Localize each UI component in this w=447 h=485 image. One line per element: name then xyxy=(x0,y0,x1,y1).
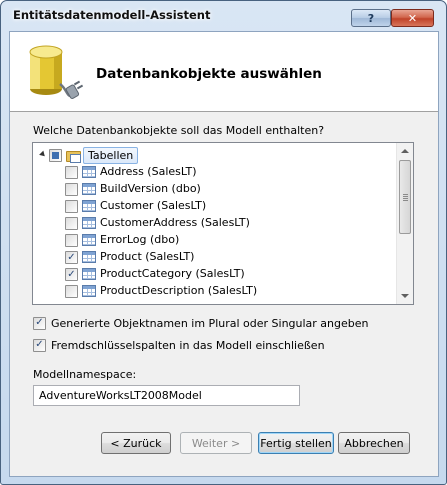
tree-item[interactable]: Address (SalesLT) xyxy=(33,164,397,181)
tree-item-checkbox[interactable] xyxy=(65,200,78,213)
tree-item-checkbox[interactable]: ✓ xyxy=(65,251,78,264)
foreign-keys-checkbox[interactable]: ✓ xyxy=(33,338,46,352)
table-icon xyxy=(82,183,96,195)
tree-item-label: ProductDescription (SalesLT) xyxy=(100,284,258,297)
table-icon xyxy=(82,217,96,229)
tree-item[interactable]: Customer (SalesLT) xyxy=(33,198,397,215)
table-folder-icon xyxy=(66,149,81,163)
table-icon xyxy=(82,200,96,212)
tree-item-label: Customer (SalesLT) xyxy=(100,199,207,212)
table-icon xyxy=(82,234,96,246)
table-icon xyxy=(82,268,96,280)
scroll-up-icon[interactable] xyxy=(401,149,409,153)
tree-scrollbar[interactable] xyxy=(396,143,413,304)
scroll-down-icon[interactable] xyxy=(401,294,409,298)
namespace-input[interactable] xyxy=(33,385,300,406)
close-button[interactable]: ✕ xyxy=(391,9,434,27)
expand-arrow-icon[interactable] xyxy=(39,150,47,159)
help-button[interactable]: ? xyxy=(351,9,391,27)
tree-item-label: ProductCategory (SalesLT) xyxy=(100,267,245,280)
tree-item-checkbox[interactable]: ✓ xyxy=(65,268,78,281)
tree-item[interactable]: ✓ Product (SalesLT) xyxy=(33,249,397,266)
tree-item-label: ErrorLog (dbo) xyxy=(100,233,180,246)
question-label: Welche Datenbankobjekte soll das Modell … xyxy=(33,124,325,137)
tree-root-label[interactable]: Tabellen xyxy=(83,147,139,164)
pluralize-label: Generierte Objektnamen im Plural oder Si… xyxy=(51,316,369,330)
pluralize-checkbox[interactable]: ✓ xyxy=(33,316,46,330)
tree-item-label: Product (SalesLT) xyxy=(100,250,195,263)
tree-item[interactable]: ProductDescription (SalesLT) xyxy=(33,283,397,300)
tree-item-label: Address (SalesLT) xyxy=(100,165,197,178)
window-title: Entitätsdatenmodell-Assistent xyxy=(13,8,211,22)
page-title: Datenbankobjekte auswählen xyxy=(96,66,322,82)
wizard-body: Datenbankobjekte auswählen Welche Datenb… xyxy=(9,31,439,477)
next-button[interactable]: Weiter > xyxy=(180,432,252,454)
table-icon xyxy=(82,166,96,178)
tree-item[interactable]: CustomerAddress (SalesLT) xyxy=(33,215,397,232)
foreign-keys-label: Fremdschlüsselspalten in das Modell eins… xyxy=(51,338,325,352)
tree-item-checkbox[interactable] xyxy=(65,183,78,196)
namespace-label: Modellnamespace: xyxy=(33,368,137,381)
tree-item[interactable]: BuildVersion (dbo) xyxy=(33,181,397,198)
tree-item-label: CustomerAddress (SalesLT) xyxy=(100,216,250,229)
table-icon xyxy=(82,285,96,297)
tree-item[interactable]: ✓ ProductCategory (SalesLT) xyxy=(33,266,397,283)
scroll-thumb[interactable] xyxy=(399,160,411,234)
wizard-window: Entitätsdatenmodell-Assistent ? ✕ Datenb… xyxy=(0,0,447,485)
database-plug-icon xyxy=(29,45,84,99)
tree-item[interactable]: ErrorLog (dbo) xyxy=(33,232,397,249)
tree-item-checkbox[interactable] xyxy=(65,217,78,230)
tree-item-checkbox[interactable] xyxy=(65,285,78,298)
table-icon xyxy=(82,251,96,263)
root-checkbox[interactable] xyxy=(49,149,62,162)
tree-item-label: BuildVersion (dbo) xyxy=(100,182,201,195)
foreign-keys-option[interactable]: ✓ Fremdschlüsselspalten in das Modell ei… xyxy=(33,337,325,353)
tree-root-tabellen[interactable]: Tabellen xyxy=(33,147,397,164)
back-button[interactable]: < Zurück xyxy=(101,432,171,454)
title-bar[interactable]: Entitätsdatenmodell-Assistent ? ✕ xyxy=(1,1,446,29)
database-objects-tree[interactable]: Tabellen Address (SalesLT) BuildVersion (… xyxy=(32,142,414,305)
pluralize-option[interactable]: ✓ Generierte Objektnamen im Plural oder … xyxy=(33,315,369,331)
header-banner: Datenbankobjekte auswählen xyxy=(10,32,438,112)
cancel-button[interactable]: Abbrechen xyxy=(338,432,410,454)
tree-item-checkbox[interactable] xyxy=(65,234,78,247)
finish-button[interactable]: Fertig stellen xyxy=(258,432,334,454)
tree-item-checkbox[interactable] xyxy=(65,166,78,179)
